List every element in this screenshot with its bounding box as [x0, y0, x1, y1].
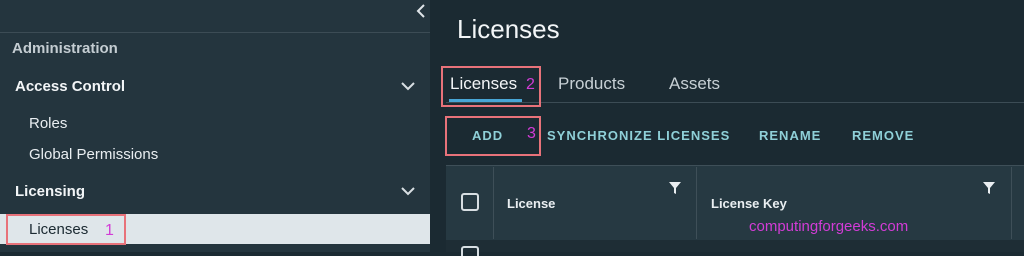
sidebar-item-global-permissions[interactable]: Global Permissions [0, 139, 430, 169]
annotation-number-1: 1 [105, 222, 114, 239]
tab-products[interactable]: Products [558, 74, 625, 94]
remove-button[interactable]: REMOVE [852, 128, 914, 143]
column-header-license-key[interactable]: License Key [711, 196, 787, 211]
tab-assets[interactable]: Assets [669, 74, 720, 94]
grid-body [446, 240, 1024, 252]
column-header-license[interactable]: License [507, 196, 555, 211]
collapse-sidebar-button[interactable] [412, 0, 430, 22]
chevron-down-icon [401, 187, 415, 196]
annotation-number-3: 3 [527, 125, 536, 142]
tabs-divider [446, 102, 1024, 103]
sidebar-item-label: Roles [29, 114, 68, 132]
row-checkbox[interactable] [461, 246, 479, 256]
sidebar-group-access-control[interactable]: Access Control [0, 69, 430, 103]
sidebar-group-label: Access Control [15, 77, 126, 95]
main-content: Licenses Licenses Products Assets 2 ADD … [430, 0, 1024, 256]
sidebar-item-licenses[interactable]: Licenses [0, 214, 430, 244]
sidebar-group-label: Licensing [15, 182, 86, 200]
sidebar-item-label: Licenses [29, 220, 89, 238]
select-all-checkbox[interactable] [461, 193, 479, 211]
grid-column-separator [493, 167, 494, 239]
sidebar-item-roles[interactable]: Roles [0, 108, 430, 138]
sidebar-divider [0, 32, 430, 33]
chevron-left-icon [416, 4, 425, 18]
watermark-text: computingforgeeks.com [749, 218, 909, 235]
grid-column-separator [696, 167, 697, 239]
add-button[interactable]: ADD [472, 128, 503, 143]
filter-icon[interactable] [669, 182, 681, 194]
chevron-down-icon [401, 82, 415, 91]
sidebar-item-label: Global Permissions [29, 145, 159, 163]
sidebar-group-licensing[interactable]: Licensing [0, 174, 430, 208]
annotation-number-2: 2 [526, 76, 535, 93]
page-title: Licenses [457, 14, 560, 44]
sidebar-section-title: Administration [12, 40, 118, 57]
synchronize-licenses-button[interactable]: SYNCHRONIZE LICENSES [547, 128, 730, 143]
rename-button[interactable]: RENAME [759, 128, 821, 143]
grid-column-separator [1011, 167, 1012, 239]
sidebar: Administration Access Control Roles Glob… [0, 0, 430, 252]
filter-icon[interactable] [983, 182, 995, 194]
tab-licenses[interactable]: Licenses [450, 74, 517, 94]
